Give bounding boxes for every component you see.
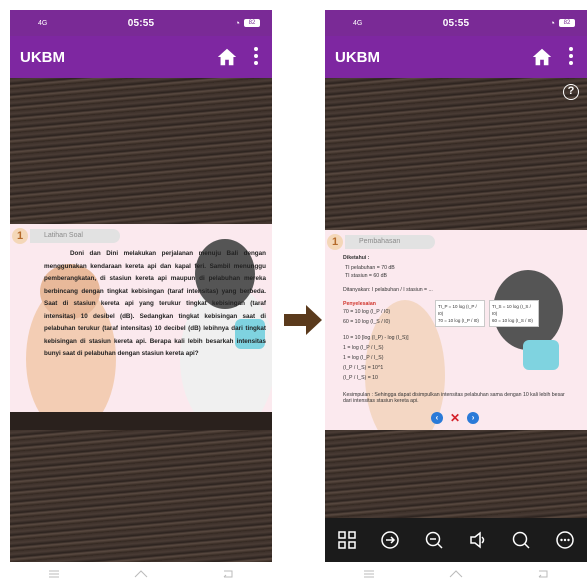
step-1: 70 = 10 log (I_P / I0) — [343, 309, 391, 315]
step-2: 60 = 10 log (I_S / I0) — [343, 319, 391, 325]
phone-right: 4G 05:55 ◔ 82 UKBM ? 1 Pembahasan Diketa… — [325, 10, 587, 562]
slide-number: 1 — [12, 228, 28, 244]
back-icon[interactable] — [534, 568, 552, 580]
step-6: (I_P / I_S) = 10^1 — [343, 365, 384, 371]
conclusion: Kesimpulan : Sehingga dapat disimpulkan … — [343, 392, 565, 404]
penyelesaian-label: Penyelesaian — [343, 301, 376, 307]
step-3: 10 = 10 [log (I_P) - log (I_S)] — [343, 335, 409, 341]
grid-icon[interactable] — [337, 530, 357, 550]
system-nav-right — [325, 568, 587, 580]
step-7: (I_P / I_S) = 10 — [343, 375, 378, 381]
given-1: TI pelabuhan = 70 dB — [345, 265, 395, 271]
formula-box-pelabuhan: TI_P = 10 log (I_P / I0) 70 = 10 log (I_… — [435, 300, 485, 327]
prev-icon[interactable]: ‹ — [431, 412, 443, 424]
close-icon[interactable]: ✕ — [450, 412, 460, 424]
background-wood-top — [10, 78, 272, 224]
network-indicator: 4G — [353, 19, 363, 27]
background-wood-bottom — [325, 430, 587, 518]
question-slide: 1 Latihan Soal Doni dan Dini melakukan p… — [10, 224, 272, 412]
home-nav-icon[interactable] — [447, 568, 465, 580]
home-icon[interactable] — [216, 46, 238, 68]
system-nav-left — [10, 568, 272, 580]
home-nav-icon[interactable] — [132, 568, 150, 580]
slide-tab-label: Latihan Soal — [30, 229, 120, 243]
battery-icon: 82 — [244, 19, 260, 27]
wifi-icon: ◔ — [234, 18, 240, 28]
app-title: UKBM — [335, 48, 380, 66]
zoom-out-icon[interactable] — [424, 530, 444, 550]
recents-icon[interactable] — [360, 568, 378, 580]
home-icon[interactable] — [531, 46, 553, 68]
slide-tab-label: Pembahasan — [345, 235, 435, 249]
app-bar: UKBM — [325, 36, 587, 78]
sound-icon[interactable] — [468, 530, 488, 550]
more-vert-icon[interactable] — [569, 47, 573, 65]
slide-number: 1 — [327, 234, 343, 250]
question-text: Doni dan Dini melakukan perjalanan menuj… — [44, 250, 266, 357]
more-horiz-icon[interactable] — [555, 530, 575, 550]
more-vert-icon[interactable] — [254, 47, 258, 65]
battery-icon: 82 — [559, 19, 575, 27]
status-time: 05:55 — [127, 17, 155, 29]
status-time: 05:55 — [442, 17, 470, 29]
slide-nav: ‹ ✕ › — [431, 412, 480, 424]
bottom-toolbar — [325, 518, 587, 562]
goto-icon[interactable] — [380, 530, 400, 550]
background-wood-bottom — [10, 430, 272, 562]
answer-slide: 1 Pembahasan Diketahui : TI pelabuhan = … — [325, 230, 587, 430]
network-indicator: 4G — [38, 19, 48, 27]
help-icon[interactable]: ? — [563, 84, 579, 100]
background-wood-top — [325, 78, 587, 230]
formula-box-stasiun: TI_S = 10 log (I_S / I0) 60 = 10 log (I_… — [489, 300, 539, 327]
ditanyakan: Ditanyakan: I pelabuhan / I stasiun = ..… — [343, 287, 433, 293]
status-bar: 4G 05:55 ◔ 82 — [10, 10, 272, 36]
app-bar: UKBM — [10, 36, 272, 78]
recents-icon[interactable] — [45, 568, 63, 580]
arrow-icon — [284, 305, 322, 335]
step-4: 1 = log (I_P / I_S) — [343, 345, 384, 351]
app-title: UKBM — [20, 48, 65, 66]
status-bar: 4G 05:55 ◔ 82 — [325, 10, 587, 36]
next-icon[interactable]: › — [467, 412, 480, 424]
back-icon[interactable] — [219, 568, 237, 580]
given-2: TI stasiun = 60 dB — [345, 273, 387, 279]
diketahui-label: Diketahui : — [343, 255, 370, 261]
phone-left: 4G 05:55 ◔ 82 UKBM 1 Latihan Soal Doni d… — [10, 10, 272, 562]
step-5: 1 = log (I_P / I_S) — [343, 355, 384, 361]
wifi-icon: ◔ — [549, 18, 555, 28]
search-icon[interactable] — [511, 530, 531, 550]
